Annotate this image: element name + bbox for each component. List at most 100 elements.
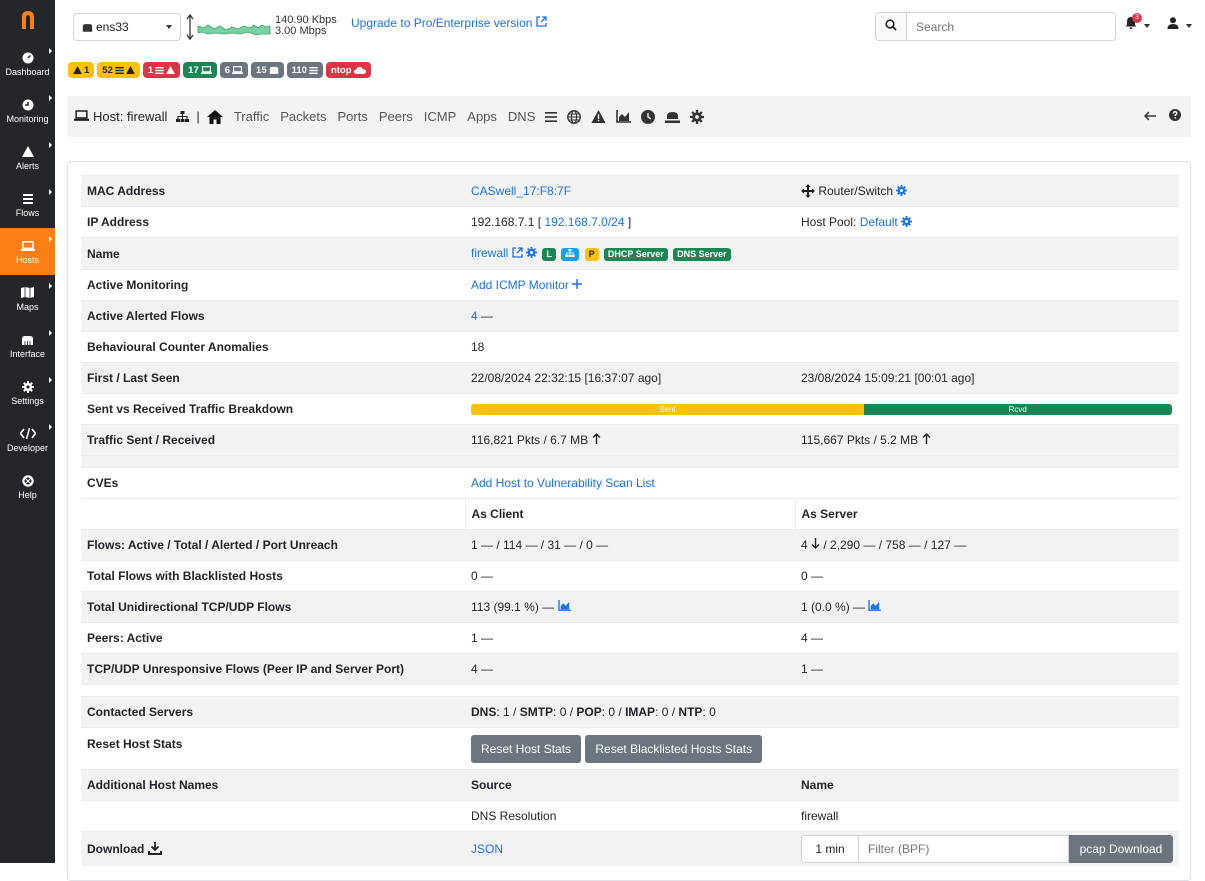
devices-badge[interactable]: 15 [251,62,284,78]
bracket: [ [537,215,542,229]
reset-blacklisted-stats-button[interactable]: Reset Blacklisted Hosts Stats [585,734,763,763]
tab-apps[interactable]: Apps [467,109,497,124]
engaged-alerts-badge[interactable]: 1 [68,62,95,78]
row-label: CVEs [81,467,465,499]
network-tree-icon [565,248,575,257]
table-row: Flows: Active / Total / Alerted / Port U… [81,529,1179,561]
expand-caret-icon [49,236,52,242]
sidebar-item-developer[interactable]: Developer [0,416,55,463]
flows-server-rest: / 2,290 — / 758 — / 127 — [823,538,967,552]
alerted-flows-link[interactable]: 4 [471,309,478,323]
host-pool-link[interactable]: Default [860,215,898,229]
alerted-flows-error-badge[interactable]: 1 [142,62,181,78]
network-link[interactable]: 192.168.7.0/24 [544,215,624,229]
sidebar-item-interface[interactable]: Interface [0,322,55,369]
user-menu-button[interactable] [1167,17,1193,32]
alerted-flows-warning-badge[interactable]: 52 [97,62,140,78]
clock-icon[interactable] [641,109,656,124]
ntop-cloud-badge[interactable]: ntop [325,62,371,78]
network-tree-icon[interactable] [176,111,190,122]
sidebar: Dashboard Monitoring Alerts Flows Hosts … [0,0,55,863]
tab-ports[interactable]: Ports [337,109,367,124]
arrow-up-icon [592,433,601,447]
bpf-filter-input[interactable] [859,834,1069,863]
home-icon[interactable] [206,109,223,124]
tab-packets[interactable]: Packets [280,109,326,124]
sidebar-item-alerts[interactable]: Alerts [0,134,55,181]
json-download-link[interactable]: JSON [471,842,503,856]
interface-name: ens33 [96,20,129,34]
area-chart-icon[interactable] [616,110,632,123]
sidebar-item-help[interactable]: Help [0,463,55,510]
laptop-icon [20,239,35,253]
tab-traffic[interactable]: Traffic [234,109,269,124]
external-link-icon[interactable] [512,246,523,260]
globe-icon[interactable] [567,109,582,124]
notifications-button[interactable]: 3 [1125,13,1151,32]
row-label: Traffic Sent / Received [81,424,465,456]
sidebar-item-label: Alerts [15,160,39,171]
add-icmp-monitor-link[interactable]: Add ICMP Monitor [471,278,583,292]
add-vulnerability-scan-link[interactable]: Add Host to Vulnerability Scan List [471,476,655,490]
trend-flat-icon: — [481,309,494,323]
reset-host-stats-button[interactable]: Reset Host Stats [471,734,582,763]
download-rate: 3.00 Mbps [275,25,327,37]
table-row: Traffic Sent / Received 116,821 Pkts / 6… [81,424,1179,456]
host-title-text: Host: firewall [93,109,168,124]
table-row: Sent vs Received Traffic Breakdown Sent … [81,393,1179,425]
expand-caret-icon [49,95,52,101]
warning-icon[interactable] [591,110,606,123]
network-tag-badge [561,247,580,261]
status-badges: 1 52 1 17 6 15 110 ntop [68,62,371,78]
gauge-icon [22,51,34,65]
search-button[interactable] [876,13,907,40]
peers-client: 1 — [465,622,795,654]
sidebar-item-settings[interactable]: Settings [0,369,55,416]
help-circle-icon[interactable] [1169,109,1181,124]
sidebar-item-hosts[interactable]: Hosts [0,228,55,275]
flows-list-icon[interactable] [545,111,558,122]
sidebar-item-maps[interactable]: Maps [0,275,55,322]
device-type-settings-icon[interactable] [896,184,908,198]
table-row: Additional Host Names Source Name [81,769,1179,801]
ethernet-icon[interactable] [665,111,681,123]
upgrade-link[interactable]: Upgrade to Pro/Enterprise version [351,16,547,30]
area-chart-icon[interactable] [557,600,571,614]
host-pool-settings-icon[interactable] [901,215,913,229]
gear-icon[interactable] [690,109,705,124]
ethernet-icon [82,23,93,32]
ntopng-logo[interactable] [0,0,55,40]
sparkline-chart [186,13,271,41]
expand-caret-icon [49,283,52,289]
traffic-sparkline[interactable]: 140.90 Kbps 3.00 Mbps [186,12,346,42]
remote-hosts-badge[interactable]: 6 [219,62,249,78]
tab-icmp[interactable]: ICMP [424,109,457,124]
sent-segment: Sent [471,403,864,415]
mac-address-link[interactable]: CASwell_17:F8:7F [471,184,571,198]
search-input[interactable] [907,13,1115,40]
as-client-header: As Client [464,498,795,530]
host-pool-label: Host Pool: [801,215,857,229]
tab-peers[interactable]: Peers [379,109,413,124]
pcap-download-button[interactable]: pcap Download [1069,834,1173,863]
local-tag-badge: L [542,247,556,261]
sidebar-item-label: Interface [9,348,46,359]
name-settings-icon[interactable] [526,246,538,260]
download-icon [147,841,162,856]
local-hosts-badge[interactable]: 17 [183,62,217,78]
pcap-duration-select[interactable]: 1 min [801,834,859,863]
table-row: Download JSON 1 min pcap Download [81,831,1179,866]
host-name-link[interactable]: firewall [471,246,508,260]
sidebar-item-dashboard[interactable]: Dashboard [0,40,55,87]
sidebar-item-flows[interactable]: Flows [0,181,55,228]
name-value: firewall [795,800,1179,832]
arrow-left-icon[interactable] [1143,109,1156,124]
area-chart-icon[interactable] [868,600,882,614]
tab-dns[interactable]: DNS [508,109,535,124]
flows-badge[interactable]: 110 [286,62,323,78]
sidebar-item-monitoring[interactable]: Monitoring [0,87,55,134]
row-label: Active Alerted Flows [81,300,465,332]
source-header: Source [465,769,795,801]
sidebar-item-label: Flows [15,207,40,218]
interface-select[interactable]: ens33 [73,13,181,41]
